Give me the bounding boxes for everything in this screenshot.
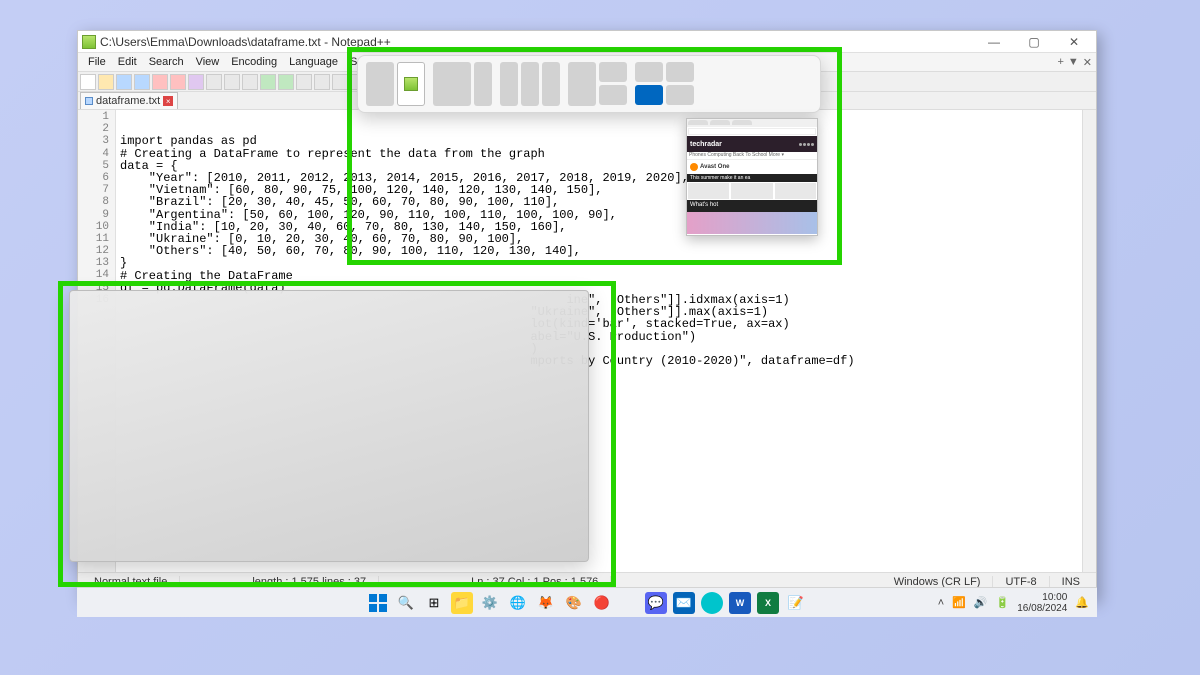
status-encoding: UTF-8: [993, 576, 1049, 588]
print-button[interactable]: [188, 74, 204, 90]
preview-ad-banner: Avast One: [687, 160, 817, 174]
volume-icon[interactable]: 🔊: [974, 596, 988, 609]
menu-search[interactable]: Search: [143, 56, 190, 68]
menu-language[interactable]: Language: [283, 56, 344, 68]
document-tab[interactable]: dataframe.txt ×: [80, 92, 178, 109]
canva-button[interactable]: [701, 592, 723, 614]
system-tray: ˄ 📶 🔊 🔋 10:00 16/08/2024 🔔: [938, 592, 1097, 614]
menu-dropdown-icon[interactable]: ▼: [1068, 56, 1079, 69]
avast-icon: [690, 163, 698, 171]
clock[interactable]: 10:00 16/08/2024: [1017, 592, 1067, 614]
menu-encoding[interactable]: Encoding: [225, 56, 283, 68]
app-mini-icon: [404, 77, 418, 91]
snap-layout-half-stack[interactable]: [568, 62, 627, 106]
open-file-button[interactable]: [98, 74, 114, 90]
title-bar[interactable]: C:\Users\Emma\Downloads\dataframe.txt - …: [78, 31, 1096, 53]
minimize-button[interactable]: —: [974, 31, 1014, 53]
time-text: 10:00: [1017, 592, 1067, 603]
snap-layout-quarters[interactable]: [635, 62, 694, 106]
status-insert-mode: INS: [1050, 576, 1092, 588]
menu-file[interactable]: File: [82, 56, 112, 68]
snap-layout-thirds[interactable]: [500, 62, 560, 106]
battery-icon[interactable]: 🔋: [996, 596, 1010, 609]
replace-button[interactable]: [314, 74, 330, 90]
zoom-in-button[interactable]: [332, 74, 348, 90]
preview-whats-hot: What's hot: [687, 200, 817, 212]
taskbar-center-apps: 🔍 ⊞ 📁 ⚙️ 🌐 🦊 🎨 🔴 💬 ✉️ W X 📝: [367, 592, 807, 614]
close-file-button[interactable]: [152, 74, 168, 90]
close-all-button[interactable]: [170, 74, 186, 90]
preview-hero-image: [687, 212, 817, 234]
wifi-icon[interactable]: 📶: [952, 596, 966, 609]
menu-plus-icon[interactable]: +: [1057, 56, 1063, 69]
preview-article-grid: [687, 182, 817, 200]
menu-close-icon[interactable]: ✕: [1083, 56, 1092, 69]
date-text: 16/08/2024: [1017, 603, 1067, 614]
opera-button[interactable]: 🔴: [591, 592, 613, 614]
preview-site-logo: techradar: [690, 141, 722, 148]
settings-button[interactable]: ⚙️: [479, 592, 501, 614]
tray-chevron-icon[interactable]: ˄: [938, 597, 944, 609]
editor-scrollbar[interactable]: [1082, 110, 1096, 572]
snap-zone-active-app[interactable]: [397, 62, 425, 106]
snap-zone-selected[interactable]: [635, 85, 663, 105]
close-button[interactable]: ✕: [1054, 31, 1094, 53]
outlook-button[interactable]: ✉️: [673, 592, 695, 614]
status-doc-type: Normal text file: [82, 576, 180, 588]
status-eol: Windows (CR LF): [882, 576, 994, 588]
save-all-button[interactable]: [134, 74, 150, 90]
paste-button[interactable]: [242, 74, 258, 90]
menu-view[interactable]: View: [190, 56, 226, 68]
snap-layouts-flyout: [357, 55, 821, 113]
discord-button[interactable]: 💬: [645, 592, 667, 614]
status-position: Ln : 37 Col : 1 Pos : 1,576: [459, 576, 611, 588]
windows-taskbar: 🔍 ⊞ 📁 ⚙️ 🌐 🦊 🎨 🔴 💬 ✉️ W X 📝 ˄ 📶 🔊 🔋 10:0…: [77, 587, 1097, 617]
snap-layout-half-half[interactable]: [366, 62, 425, 106]
edge-button[interactable]: 🌐: [507, 592, 529, 614]
preview-site-header: techradar: [687, 136, 817, 152]
copy-button[interactable]: [224, 74, 240, 90]
cut-button[interactable]: [206, 74, 222, 90]
snap-layout-wide-narrow[interactable]: [433, 62, 492, 106]
search-button[interactable]: 🔍: [395, 592, 417, 614]
preview-promo-strip: This summer make it an ea: [687, 174, 817, 182]
task-view-button[interactable]: ⊞: [423, 592, 445, 614]
file-explorer-button[interactable]: 📁: [451, 592, 473, 614]
status-length: length : 1,575 lines : 37: [240, 576, 379, 588]
save-button[interactable]: [116, 74, 132, 90]
snap-drop-zone-overlay[interactable]: [69, 290, 589, 562]
new-file-button[interactable]: [80, 74, 96, 90]
chrome-button[interactable]: 🎨: [563, 592, 585, 614]
notifications-icon[interactable]: 🔔: [1075, 596, 1089, 609]
tab-filename: dataframe.txt: [96, 95, 160, 107]
menu-edit[interactable]: Edit: [112, 56, 143, 68]
maximize-button[interactable]: ▢: [1014, 31, 1054, 53]
preview-browser-tabs: [687, 119, 817, 127]
word-button[interactable]: W: [729, 592, 751, 614]
preview-site-nav: Phones Computing Back To School More ▾: [687, 152, 817, 160]
start-button[interactable]: [367, 592, 389, 614]
file-status-icon: [85, 97, 93, 105]
window-preview-thumbnail[interactable]: techradar Phones Computing Back To Schoo…: [686, 118, 818, 236]
find-button[interactable]: [296, 74, 312, 90]
app-icon: [82, 35, 96, 49]
firefox-button[interactable]: 🦊: [535, 592, 557, 614]
notepad-plus-plus-button[interactable]: 📝: [785, 592, 807, 614]
undo-button[interactable]: [260, 74, 276, 90]
preview-url-bar: [688, 128, 816, 135]
redo-button[interactable]: [278, 74, 294, 90]
window-title: C:\Users\Emma\Downloads\dataframe.txt - …: [100, 35, 974, 49]
tab-close-icon[interactable]: ×: [163, 96, 173, 106]
windows-logo-icon: [369, 594, 387, 612]
excel-button[interactable]: X: [757, 592, 779, 614]
